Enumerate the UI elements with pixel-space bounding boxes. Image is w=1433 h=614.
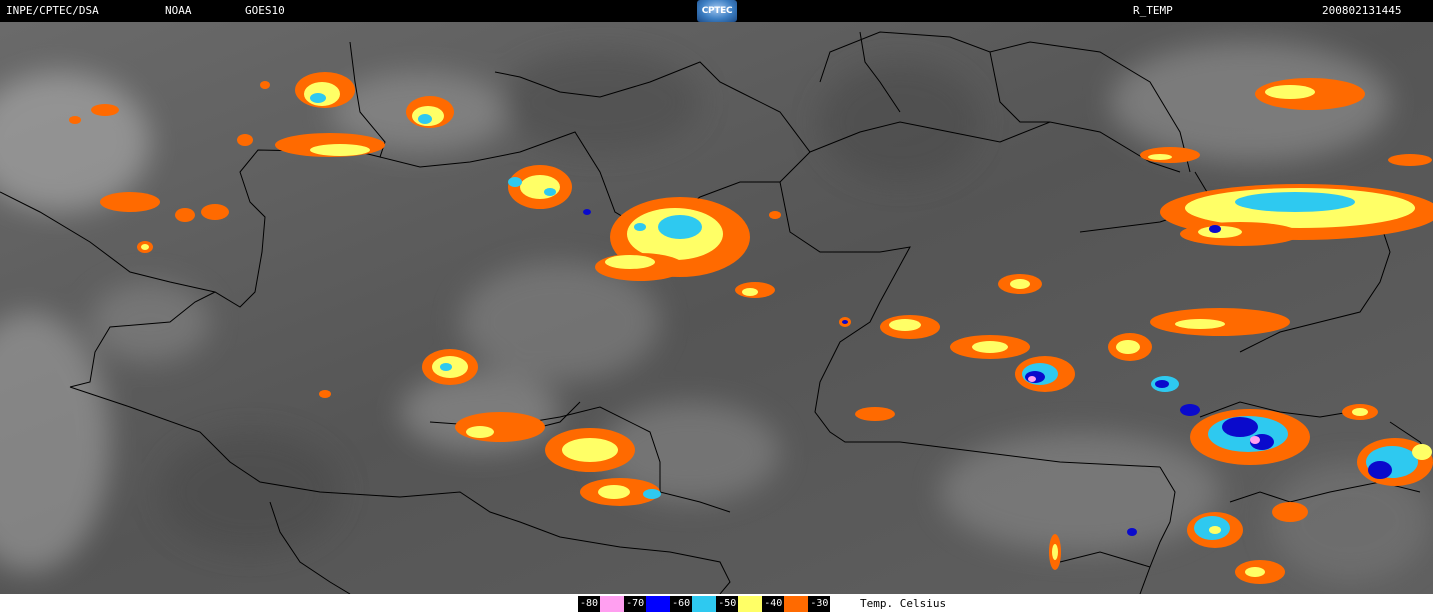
product-label: R_TEMP [1133,4,1173,17]
legend-label-40: -40 [762,596,785,612]
image-header: INPE/CPTEC/DSA NOAA GOES10 CPTEC R_TEMP … [0,0,1433,22]
legend-swatch-yellow [738,596,763,612]
legend-label-30: -30 [808,596,831,612]
temperature-legend: -80 -70 -60 -50 -40 -30 Temp. Celsius [0,594,1433,614]
legend-swatch-orange [784,596,809,612]
agency-label: NOAA [165,4,192,17]
timestamp-label: 200802131445 [1322,4,1402,17]
satellite-image-viewer: INPE/CPTEC/DSA NOAA GOES10 CPTEC R_TEMP … [0,0,1433,614]
legend-swatch-blue [646,596,671,612]
legend-label-50: -50 [716,596,739,612]
legend-label-70: -70 [624,596,647,612]
legend-label-80: -80 [578,596,601,612]
source-label: INPE/CPTEC/DSA [6,4,99,17]
satellite-map [0,22,1433,594]
legend-swatch-pink [600,596,625,612]
legend-scale: -80 -70 -60 -50 -40 -30 [578,596,831,612]
cptec-logo: CPTEC [697,0,737,22]
legend-label-60: -60 [670,596,693,612]
legend-swatch-cyan [692,596,717,612]
map-canvas [0,22,1433,594]
legend-unit-label: Temp. Celsius [860,597,947,610]
satellite-label: GOES10 [245,4,285,17]
